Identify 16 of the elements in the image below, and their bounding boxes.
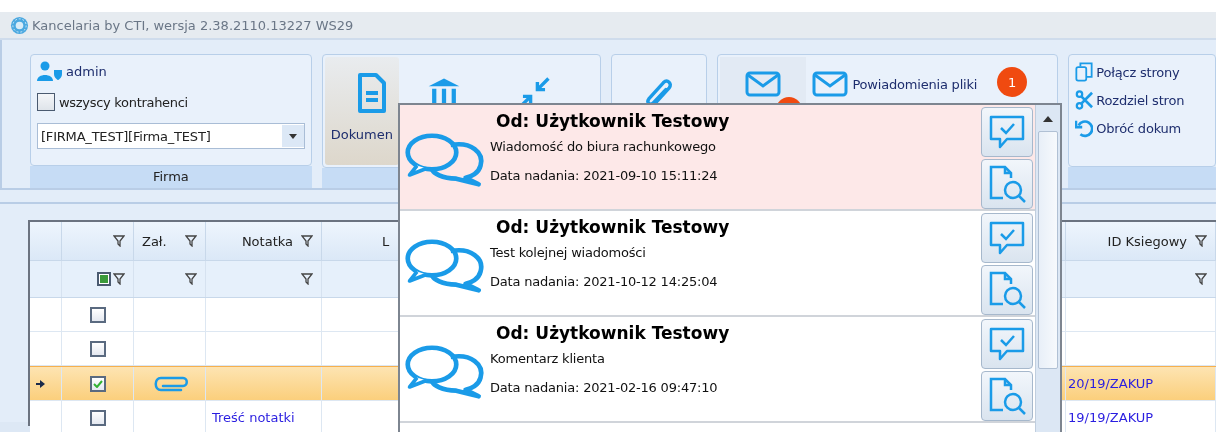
- group-caption: Firma: [30, 166, 312, 188]
- message-date: Data nadania: 2021-02-16 09:47:10: [490, 380, 719, 395]
- notification-count-badge: 1: [997, 67, 1028, 97]
- accounting-id: 19/19/ZAKUP: [1068, 410, 1154, 425]
- message-sender: Od: Użytkownik Testowy: [496, 111, 731, 131]
- window-title: Kancelaria by CTI, wersja 2.38.2110.13227 WS29: [32, 17, 354, 33]
- user-name: admin: [66, 63, 107, 79]
- accounting-id: 20/19/ZAKUP: [1068, 376, 1154, 391]
- note-text: Treść notatki: [212, 410, 295, 425]
- message-text: Komentarz klienta: [490, 351, 606, 366]
- message-date: Data nadania: 2021-10-12 14:25:04: [490, 274, 719, 289]
- message-date: Data nadania: 2021-09-10 15:11:24: [490, 168, 719, 183]
- message-sender: Od: Użytkownik Testowy: [496, 323, 731, 343]
- message-sender: Od: Użytkownik Testowy: [496, 217, 731, 237]
- message-text: Wiadomość do biura rachunkowego: [490, 139, 717, 154]
- message-text: Test kolejnej wiadomości: [490, 245, 647, 260]
